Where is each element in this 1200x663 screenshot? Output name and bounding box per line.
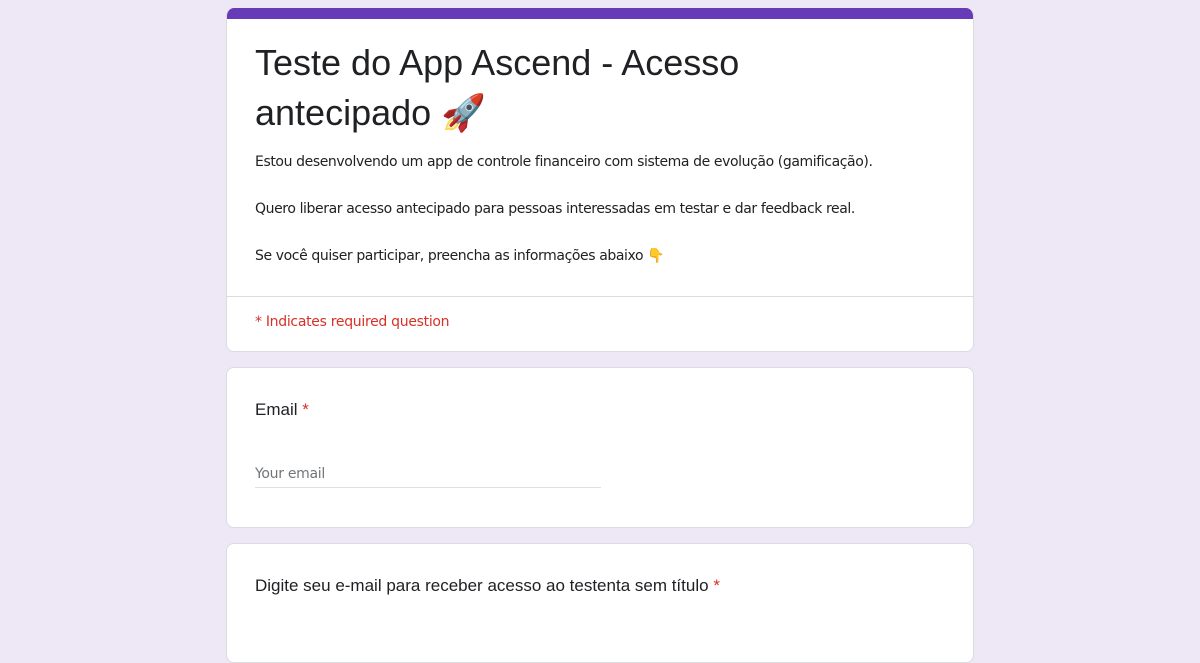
form-container: Teste do App Ascend - Acesso antecipado 🚀… (226, 8, 974, 663)
question-title: Email (255, 400, 298, 419)
question-title: Digite seu e-mail para receber acesso ao… (255, 576, 709, 595)
description-line: Quero liberar acesso antecipado para pes… (255, 201, 855, 217)
form-header-card: Teste do App Ascend - Acesso antecipado 🚀… (226, 8, 974, 352)
email-input[interactable] (255, 460, 601, 488)
form-title-line2: antecipado (255, 92, 432, 133)
question-card-email: Email * (226, 367, 974, 528)
required-asterisk: * (302, 400, 309, 419)
required-asterisk: * (713, 576, 720, 595)
header-divider (227, 296, 973, 297)
rocket-icon: 🚀 (441, 92, 486, 133)
header-body: Teste do App Ascend - Acesso antecipado 🚀… (255, 38, 955, 293)
question-label: Digite seu e-mail para receber acesso ao… (255, 574, 720, 598)
form-title-line1: Teste do App Ascend - Acesso (255, 42, 740, 83)
question-card-access-email: Digite seu e-mail para receber acesso ao… (226, 543, 974, 663)
required-question-note: * Indicates required question (255, 314, 450, 330)
question-label: Email * (255, 398, 309, 422)
description-line: Estou desenvolvendo um app de controle f… (255, 154, 873, 170)
description-line: Se você quiser participar, preencha as i… (255, 248, 665, 264)
header-accent-bar (227, 8, 973, 19)
form-description: Estou desenvolvendo um app de controle f… (255, 152, 955, 266)
form-title: Teste do App Ascend - Acesso antecipado 🚀 (255, 38, 955, 138)
